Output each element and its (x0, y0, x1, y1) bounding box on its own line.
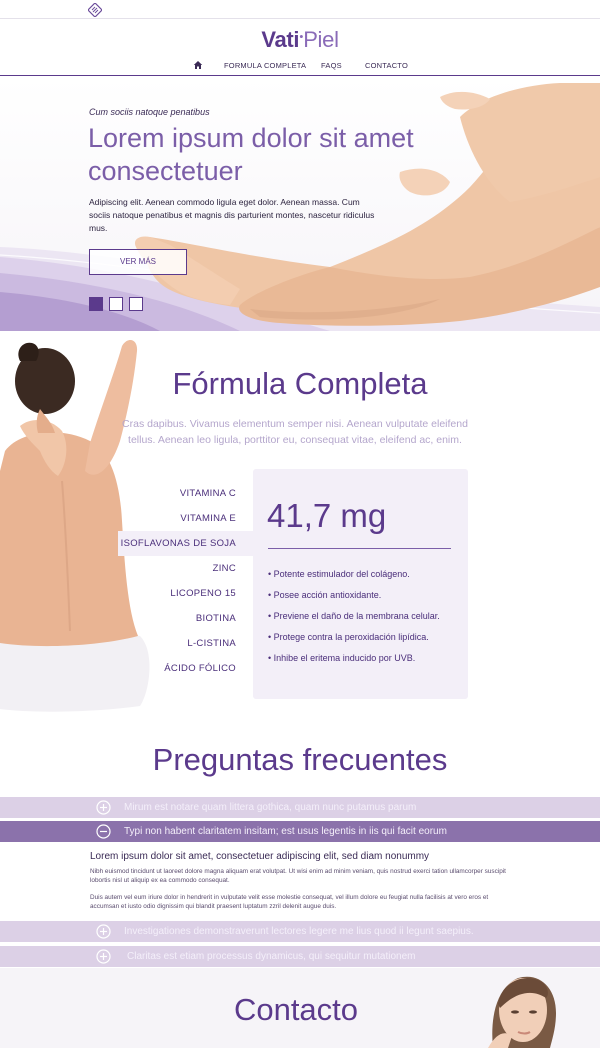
brand-mark-icon[interactable] (88, 3, 102, 17)
benefit-item: • Posee acción antioxidante. (268, 590, 382, 600)
faq-question-3[interactable]: Investigationes demonstraverunt lectores… (0, 921, 600, 942)
hero-description: Adipiscing elit. Aenean commodo ligula e… (89, 197, 375, 233)
minus-circle-icon[interactable] (96, 824, 111, 839)
ver-mas-button[interactable]: VER MÁS (89, 249, 187, 275)
top-strip (0, 0, 600, 19)
faq-question-1[interactable]: Mirum est notare quam littera gothica, q… (0, 797, 600, 818)
ingredient-list: VITAMINA C VITAMINA E ISOFLAVONAS DE SOJ… (118, 481, 253, 681)
ingredient-item[interactable]: VITAMINA C (118, 481, 253, 506)
brand-logo[interactable]: Vati●Piel (0, 27, 600, 53)
divider (268, 548, 451, 549)
main-nav: FORMULA COMPLETA FAQS CONTACTO (0, 60, 600, 74)
slider-dot-2[interactable] (109, 297, 123, 311)
formula-subtitle: Cras dapibus. Vivamus elementum semper n… (122, 418, 468, 446)
benefit-item: • Potente estimulador del colágeno. (268, 569, 410, 579)
faq-answer-lead: Lorem ipsum dolor sit amet, consectetuer… (90, 851, 430, 862)
plus-circle-icon[interactable] (96, 924, 111, 939)
slider-dot-3[interactable] (129, 297, 143, 311)
faq-question-4[interactable]: Claritas est etiam processus dynamicus, … (0, 946, 600, 967)
ingredient-amount: 41,7 mg (267, 497, 387, 534)
benefit-item: • Previene el daño de la membrana celula… (268, 611, 440, 621)
faq-title: Preguntas frecuentes (152, 742, 448, 777)
benefit-list: • Potente estimulador del colágeno. • Po… (268, 564, 440, 669)
home-icon[interactable] (193, 60, 203, 70)
ingredient-item[interactable]: ZINC (118, 556, 253, 581)
faq-question-2[interactable]: Typi non habent claritatem insitam; est … (0, 821, 600, 842)
ingredient-item[interactable]: ÁCIDO FÓLICO (118, 656, 253, 681)
formula-title: Fórmula Completa (172, 366, 428, 401)
brand-name-part2: Piel (303, 27, 339, 52)
nav-item-faqs[interactable]: FAQS (321, 61, 342, 70)
formula-section: Fórmula Completa Cras dapibus. Vivamus e… (0, 331, 600, 731)
contact-section: Contacto (0, 968, 600, 1048)
plus-circle-icon[interactable] (96, 949, 111, 964)
faq-answer-paragraph: Duis autem vel eum iriure dolor in hendr… (90, 894, 489, 910)
brand-name-part1: Vati (261, 27, 300, 52)
faq-question-label: Investigationes demonstraverunt lectores… (124, 926, 474, 937)
ingredient-item[interactable]: VITAMINA E (118, 506, 253, 531)
faq-question-label: Claritas est etiam processus dynamicus, … (127, 951, 416, 962)
faq-question-label: Mirum est notare quam littera gothica, q… (124, 802, 417, 813)
faq-answer: Lorem ipsum dolor sit amet, consectetuer… (90, 850, 510, 920)
hero-kicker: Cum sociis natoque penatibus (89, 107, 210, 117)
nav-item-contact[interactable]: CONTACTO (365, 61, 408, 70)
ingredient-detail-panel: 41,7 mg • Potente estimulador del coláge… (253, 469, 468, 699)
site-header: Vati●Piel FORMULA COMPLETA FAQS CONTACTO (0, 19, 600, 76)
nav-item-formula[interactable]: FORMULA COMPLETA (224, 61, 306, 70)
ingredient-item[interactable]: L-CISTINA (118, 631, 253, 656)
faq-answer-paragraph: Nibh euismod tincidunt ut laoreet dolore… (90, 868, 506, 884)
benefit-item: • Protege contra la peroxidación lipídic… (268, 632, 429, 642)
slider-dot-1[interactable] (89, 297, 103, 311)
hero-slider: Cum sociis natoque penatibus Lorem ipsum… (0, 77, 600, 331)
benefit-item: • Inhibe el eritema inducido por UVB. (268, 653, 416, 663)
ingredient-item[interactable]: LICOPENO 15 (118, 581, 253, 606)
ingredient-item-active[interactable]: ISOFLAVONAS DE SOJA (118, 531, 253, 556)
hero-title: Lorem ipsum dolor sit amet consectetuer (88, 123, 414, 186)
plus-circle-icon[interactable] (96, 800, 111, 815)
ingredient-item[interactable]: BIOTINA (118, 606, 253, 631)
woman-face-photo (488, 976, 556, 1048)
faq-question-label: Typi non habent claritatem insitam; est … (124, 826, 447, 837)
